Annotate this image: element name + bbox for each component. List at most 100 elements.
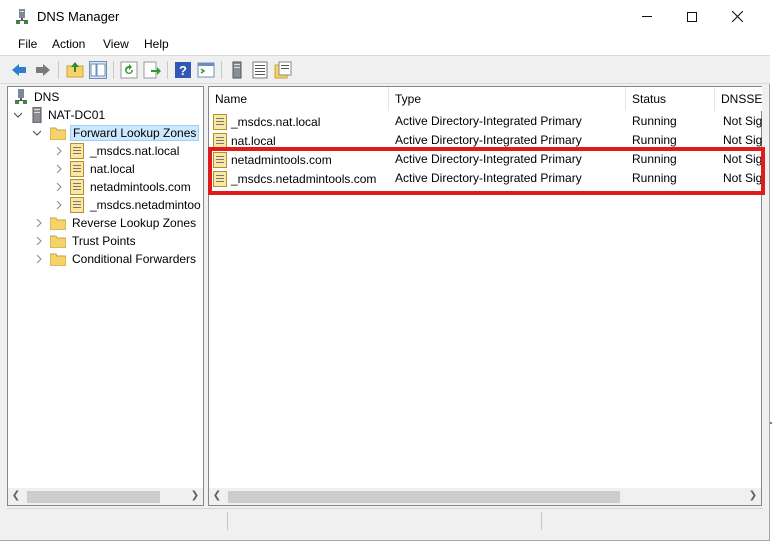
column-header-type[interactable]: Type <box>389 87 626 111</box>
chevron-right-icon[interactable] <box>35 255 43 263</box>
svg-text:?: ? <box>179 63 187 78</box>
console-icon[interactable] <box>197 61 215 79</box>
tree-label-server: NAT-DC01 <box>48 108 106 122</box>
toolbar-separator <box>58 61 59 79</box>
chevron-right-icon[interactable] <box>55 201 63 209</box>
menu-action[interactable]: Action <box>52 37 85 51</box>
scrollbar-thumb[interactable] <box>228 491 620 503</box>
tree-label-zone: _msdcs.nat.local <box>90 144 180 158</box>
zone-name: nat.local <box>231 134 276 148</box>
dns-icon <box>15 89 27 104</box>
chevron-down-icon[interactable] <box>33 129 41 137</box>
zone-icon <box>70 179 84 195</box>
zone-name: _msdcs.nat.local <box>231 115 321 129</box>
toolbar: ? <box>0 55 770 84</box>
menu-file[interactable]: File <box>18 37 37 51</box>
export-list-icon[interactable] <box>143 61 161 79</box>
tree-item-dns[interactable]: DNS <box>14 88 61 106</box>
title-bar: DNS Manager <box>0 0 770 33</box>
server-icon[interactable] <box>228 61 246 79</box>
list-row[interactable]: _msdcs.nat.local Active Directory-Integr… <box>209 112 762 131</box>
cell-dnssec: Not Sig <box>723 133 763 147</box>
tree-item-zone[interactable]: nat.local <box>70 160 137 178</box>
tree-label-forward-lookup-zones: Forward Lookup Zones <box>70 125 200 141</box>
chevron-right-icon[interactable] <box>35 219 43 227</box>
dns-manager-window: DNS Manager File Action View Help ? DNS <box>0 0 770 541</box>
zone-icon <box>70 161 84 177</box>
console-tree-pane: DNS NAT-DC01 Forward Lookup Zones _msdcs… <box>7 86 204 506</box>
chevron-right-icon[interactable] <box>55 165 63 173</box>
list-header: Name Type Status DNSSE <box>209 87 762 111</box>
server-icon <box>32 107 42 123</box>
minimize-button[interactable] <box>624 0 670 33</box>
chevron-down-icon[interactable] <box>14 111 22 119</box>
zone-icon <box>213 114 227 130</box>
cell-type: Active Directory-Integrated Primary <box>395 114 582 128</box>
red-highlight-box <box>208 147 765 195</box>
list-horizontal-scrollbar[interactable]: ❮ ❯ <box>209 488 761 505</box>
scroll-right-icon[interactable]: ❯ <box>745 490 761 501</box>
status-bar-divider <box>227 512 228 530</box>
column-header-dnssec[interactable]: DNSSE <box>715 87 762 111</box>
chevron-right-icon[interactable] <box>55 147 63 155</box>
tree-label-dns: DNS <box>34 90 60 104</box>
status-bar <box>7 508 763 532</box>
minimize-icon <box>642 16 652 17</box>
tree-item-forward-lookup-zones[interactable]: Forward Lookup Zones <box>50 124 200 142</box>
tree-item-reverse-lookup-zones[interactable]: Reverse Lookup Zones <box>50 214 198 232</box>
maximize-icon <box>687 11 697 22</box>
properties-icon[interactable] <box>274 61 292 79</box>
help-icon[interactable]: ? <box>174 61 192 79</box>
column-header-status[interactable]: Status <box>626 87 715 111</box>
toolbar-separator <box>113 61 114 79</box>
column-header-name[interactable]: Name <box>209 87 389 111</box>
chevron-right-icon[interactable] <box>55 183 63 191</box>
menu-bar: File Action View Help <box>0 33 770 55</box>
tree-horizontal-scrollbar[interactable]: ❮ ❯ <box>8 488 203 505</box>
tree-label-zone: _msdcs.netadmintoo <box>90 198 201 212</box>
tree-item-zone[interactable]: netadmintools.com <box>70 178 193 196</box>
cell-type: Active Directory-Integrated Primary <box>395 133 582 147</box>
tree-item-zone[interactable]: _msdcs.netadmintoo <box>70 196 203 214</box>
status-bar-divider <box>541 512 542 530</box>
scroll-left-icon[interactable]: ❮ <box>209 490 225 501</box>
tree-item-server[interactable]: NAT-DC01 <box>32 106 107 124</box>
toolbar-separator <box>221 61 222 79</box>
toolbar-separator <box>167 61 168 79</box>
menu-help[interactable]: Help <box>144 37 169 51</box>
tree-item-trust-points[interactable]: Trust Points <box>50 232 138 250</box>
cell-name: _msdcs.nat.local <box>213 114 389 130</box>
tree-label-trust-points: Trust Points <box>72 234 136 248</box>
zone-icon <box>70 143 84 159</box>
tree-label-zone: netadmintools.com <box>90 180 191 194</box>
folder-icon <box>50 127 66 140</box>
folder-icon <box>50 217 66 230</box>
tree-label-zone: nat.local <box>90 162 135 176</box>
show-hide-tree-icon[interactable] <box>89 61 107 79</box>
close-button[interactable] <box>714 0 760 33</box>
folder-icon <box>50 235 66 248</box>
maximize-button[interactable] <box>669 0 715 33</box>
window-title: DNS Manager <box>37 9 120 24</box>
scrollbar-thumb[interactable] <box>27 491 160 503</box>
up-folder-icon[interactable] <box>66 61 84 79</box>
tree-label-conditional-forwarders: Conditional Forwarders <box>72 252 197 266</box>
zone-icon <box>70 197 84 213</box>
tree-label-reverse-lookup-zones: Reverse Lookup Zones <box>72 216 197 230</box>
scroll-right-icon[interactable]: ❯ <box>187 490 203 501</box>
scroll-left-icon[interactable]: ❮ <box>8 490 24 501</box>
list-view-icon[interactable] <box>251 61 269 79</box>
tree-item-zone[interactable]: _msdcs.nat.local <box>70 142 181 160</box>
menu-view[interactable]: View <box>103 37 129 51</box>
cell-dnssec: Not Sig <box>723 114 763 128</box>
cell-status: Running <box>632 133 677 147</box>
close-icon <box>731 11 743 22</box>
chevron-right-icon[interactable] <box>35 237 43 245</box>
folder-icon <box>50 253 66 266</box>
dns-app-icon <box>16 9 28 24</box>
cell-status: Running <box>632 114 677 128</box>
refresh-icon[interactable] <box>120 61 138 79</box>
forward-icon[interactable] <box>34 61 52 79</box>
tree-item-conditional-forwarders[interactable]: Conditional Forwarders <box>50 250 198 268</box>
back-icon[interactable] <box>10 61 28 79</box>
